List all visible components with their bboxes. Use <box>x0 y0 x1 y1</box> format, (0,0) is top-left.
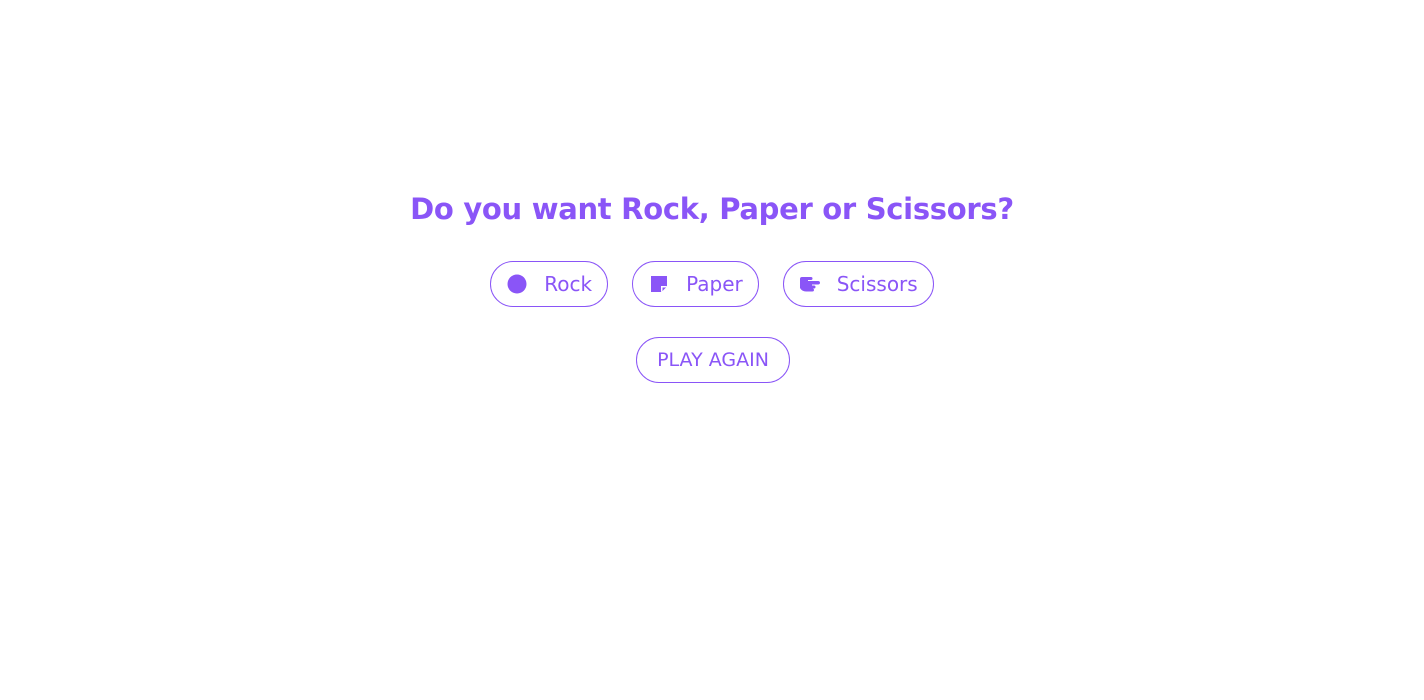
circle-icon <box>506 273 528 295</box>
scissors-label: Scissors <box>836 272 918 296</box>
sticky-note-icon <box>648 273 670 295</box>
question-heading: Do you want Rock, Paper or Scissors? <box>410 192 1014 226</box>
hand-scissors-icon <box>799 273 821 295</box>
rock-button[interactable]: Rock <box>490 261 609 307</box>
choice-buttons: Rock Paper Scissors <box>0 261 1424 307</box>
game-screen: Do you want Rock, Paper or Scissors? Roc… <box>0 0 1424 700</box>
scissors-button[interactable]: Scissors <box>782 261 934 307</box>
paper-label: Paper <box>686 272 743 296</box>
play-again-button[interactable]: PLAY AGAIN <box>636 337 790 383</box>
rock-label: Rock <box>544 272 593 296</box>
paper-button[interactable]: Paper <box>632 261 759 307</box>
